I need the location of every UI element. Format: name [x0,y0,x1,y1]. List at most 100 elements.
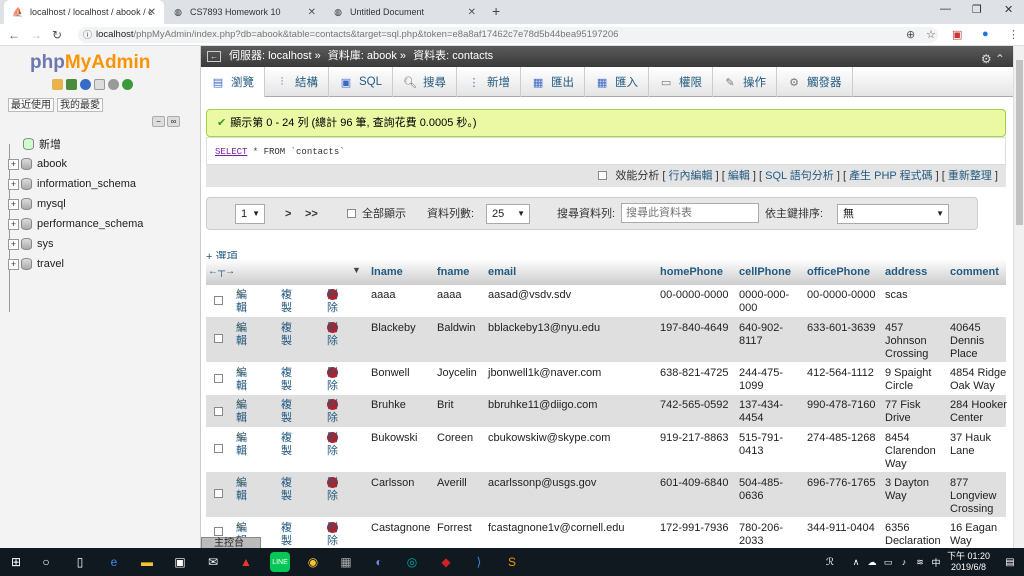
cell-cellphone[interactable]: 515-791-0413 [739,432,797,458]
sql-query-box[interactable]: SELECT * FROM `contacts` [206,137,1006,165]
menu-kebab-icon[interactable]: ⋮ [1008,28,1019,41]
create-php-link[interactable]: 產生 PHP 程式碼 [849,170,933,182]
page-select[interactable]: 1 ▼ [235,204,265,224]
console-toggle[interactable]: 主控台 [201,537,261,548]
cell-lname[interactable]: Bonwell [371,367,433,380]
bookmark-star-icon[interactable]: ☆ [926,28,936,41]
tab-operations[interactable]: ✎ 操作 [713,67,778,97]
cell-officephone[interactable]: 412-564-1112 [807,367,883,380]
profile-icon[interactable]: ● [982,28,989,40]
inline-edit-link[interactable]: 行內編輯 [669,170,713,182]
cell-address[interactable]: 9 Spaight Circle [885,367,941,393]
cell-lname[interactable]: aaaa [371,289,433,302]
edge-icon[interactable]: e [104,552,124,572]
cell-officephone[interactable]: 990-478-7160 [807,399,883,412]
cell-officephone[interactable]: 696-776-1765 [807,477,883,490]
show-all-checkbox[interactable] [347,209,356,218]
next-page-button[interactable]: > [285,204,291,224]
row-checkbox[interactable] [214,407,223,416]
cell-lname[interactable]: Bruhke [371,399,433,412]
column-header-homephone[interactable]: homePhone [660,266,723,278]
cell-homephone[interactable]: 601-409-6840 [660,477,736,490]
cell-fname[interactable]: Averill [437,477,485,490]
cell-email[interactable]: cbukowskiw@skype.com [488,432,656,445]
cell-homephone[interactable]: 172-991-7936 [660,522,736,535]
tab-phpmyadmin[interactable]: ⛵ localhost / localhost / abook / c ✕ [4,0,164,24]
cell-address[interactable]: 6356 Declaration Way [885,522,949,548]
app-icon[interactable]: ▲ [236,552,256,572]
app-icon[interactable]: ◆ [436,552,456,572]
tab-privileges[interactable]: ▭ 權限 [649,67,714,97]
cell-comment[interactable]: 877 Longview Crossing [950,477,1006,516]
line-icon[interactable]: LINE [270,552,290,572]
cell-fname[interactable]: aaaa [437,289,485,302]
refresh-link[interactable]: 重新整理 [948,170,992,182]
cell-fname[interactable]: Brit [437,399,485,412]
cell-lname[interactable]: Bukowski [371,432,433,445]
favorites-button[interactable]: 我的最愛 [57,98,103,112]
expand-icon[interactable]: + [8,218,19,230]
app-icon[interactable]: ▦ [336,552,356,572]
cell-comment[interactable]: 40645 Dennis Place [950,322,1000,361]
tab-insert[interactable]: ⋮ 新增 [457,67,522,97]
collapse-sidebar-icon[interactable]: ← [207,51,221,62]
system-clock[interactable]: 下午 01:20 2019/6/8 [947,551,990,573]
cell-email[interactable]: aasad@vsdv.sdv [488,289,656,302]
column-header-cellphone[interactable]: cellPhone [739,266,791,278]
file-explorer-icon[interactable]: ▬ [137,552,157,572]
expand-icon[interactable]: + [8,178,19,190]
cell-email[interactable]: bblackeby13@nyu.edu [488,322,656,335]
cell-address[interactable]: 77 Fisk Drive [885,399,941,425]
tab-sql[interactable]: ▣ SQL [329,67,394,97]
cell-officephone[interactable]: 274-485-1268 [807,432,883,445]
expand-icon[interactable]: + [8,258,19,270]
db-item-new[interactable]: 新增 [4,134,199,154]
row-checkbox[interactable] [214,527,223,536]
phpmyadmin-logo[interactable]: phpMyAdmin [30,52,150,74]
profiling-checkbox[interactable] [598,171,608,180]
cell-fname[interactable]: Joycelin [437,367,485,380]
cell-email[interactable]: jbonwell1k@naver.com [488,367,656,380]
link-icon[interactable]: ∞ [167,116,180,127]
windows-start-icon[interactable]: ⊞ [6,552,26,572]
cell-comment[interactable]: 16 Eagan Way [950,522,1006,548]
breadcrumb-table[interactable]: 資料表: contacts [413,50,493,62]
maximize-icon[interactable]: ❐ [972,3,982,16]
cell-cellphone[interactable]: 640-902-8117 [739,322,797,348]
scrollbar-thumb[interactable] [1016,60,1023,225]
home-icon[interactable] [52,79,63,90]
reload-icon[interactable]: ↻ [52,28,62,42]
people-icon[interactable]: ℛ [820,552,840,572]
cell-fname[interactable]: Baldwin [437,322,485,335]
close-tab-icon[interactable]: ✕ [148,7,156,18]
info-icon[interactable]: ⓘ [83,27,92,43]
cell-homephone[interactable]: 197-840-4649 [660,322,736,335]
app-icon[interactable]: ◎ [402,552,422,572]
forward-icon[interactable]: → [30,28,42,42]
cell-fname[interactable]: Forrest [437,522,485,535]
sql-keyword[interactable]: SELECT [215,147,247,157]
cell-cellphone[interactable]: 504-485-0636 [739,477,797,503]
cell-email[interactable]: acarlssonp@usgs.gov [488,477,656,490]
expand-icon[interactable]: + [8,198,19,210]
show-all-group[interactable]: 全部顯示 [347,204,406,224]
db-item-information-schema[interactable]: + information_schema [4,174,199,194]
extension-icon[interactable]: ▣ [952,28,962,41]
db-item-mysql[interactable]: + mysql [4,194,199,214]
recent-button[interactable]: 最近使用 [8,98,54,112]
cell-cellphone[interactable]: 137-434-4454 [739,399,797,425]
cell-lname[interactable]: Blackeby [371,322,433,335]
breadcrumb-server[interactable]: 伺服器: localhost » [229,50,321,62]
tab-untitled[interactable]: ◍ Untitled Document ✕ [324,0,484,24]
ime-icon[interactable]: 中 [926,552,946,572]
row-checkbox[interactable] [214,444,223,453]
cell-officephone[interactable]: 633-601-3639 [807,322,883,335]
settings-gear-icon[interactable] [108,79,119,90]
cell-lname[interactable]: Carlsson [371,477,433,490]
cell-homephone[interactable]: 919-217-8863 [660,432,736,445]
store-icon[interactable]: ▣ [170,552,190,572]
expand-icon[interactable]: + [8,158,19,170]
task-view-icon[interactable]: ▯ [70,552,90,572]
tab-import[interactable]: ▦ 匯入 [585,67,650,97]
cell-address[interactable]: 3 Dayton Way [885,477,941,503]
